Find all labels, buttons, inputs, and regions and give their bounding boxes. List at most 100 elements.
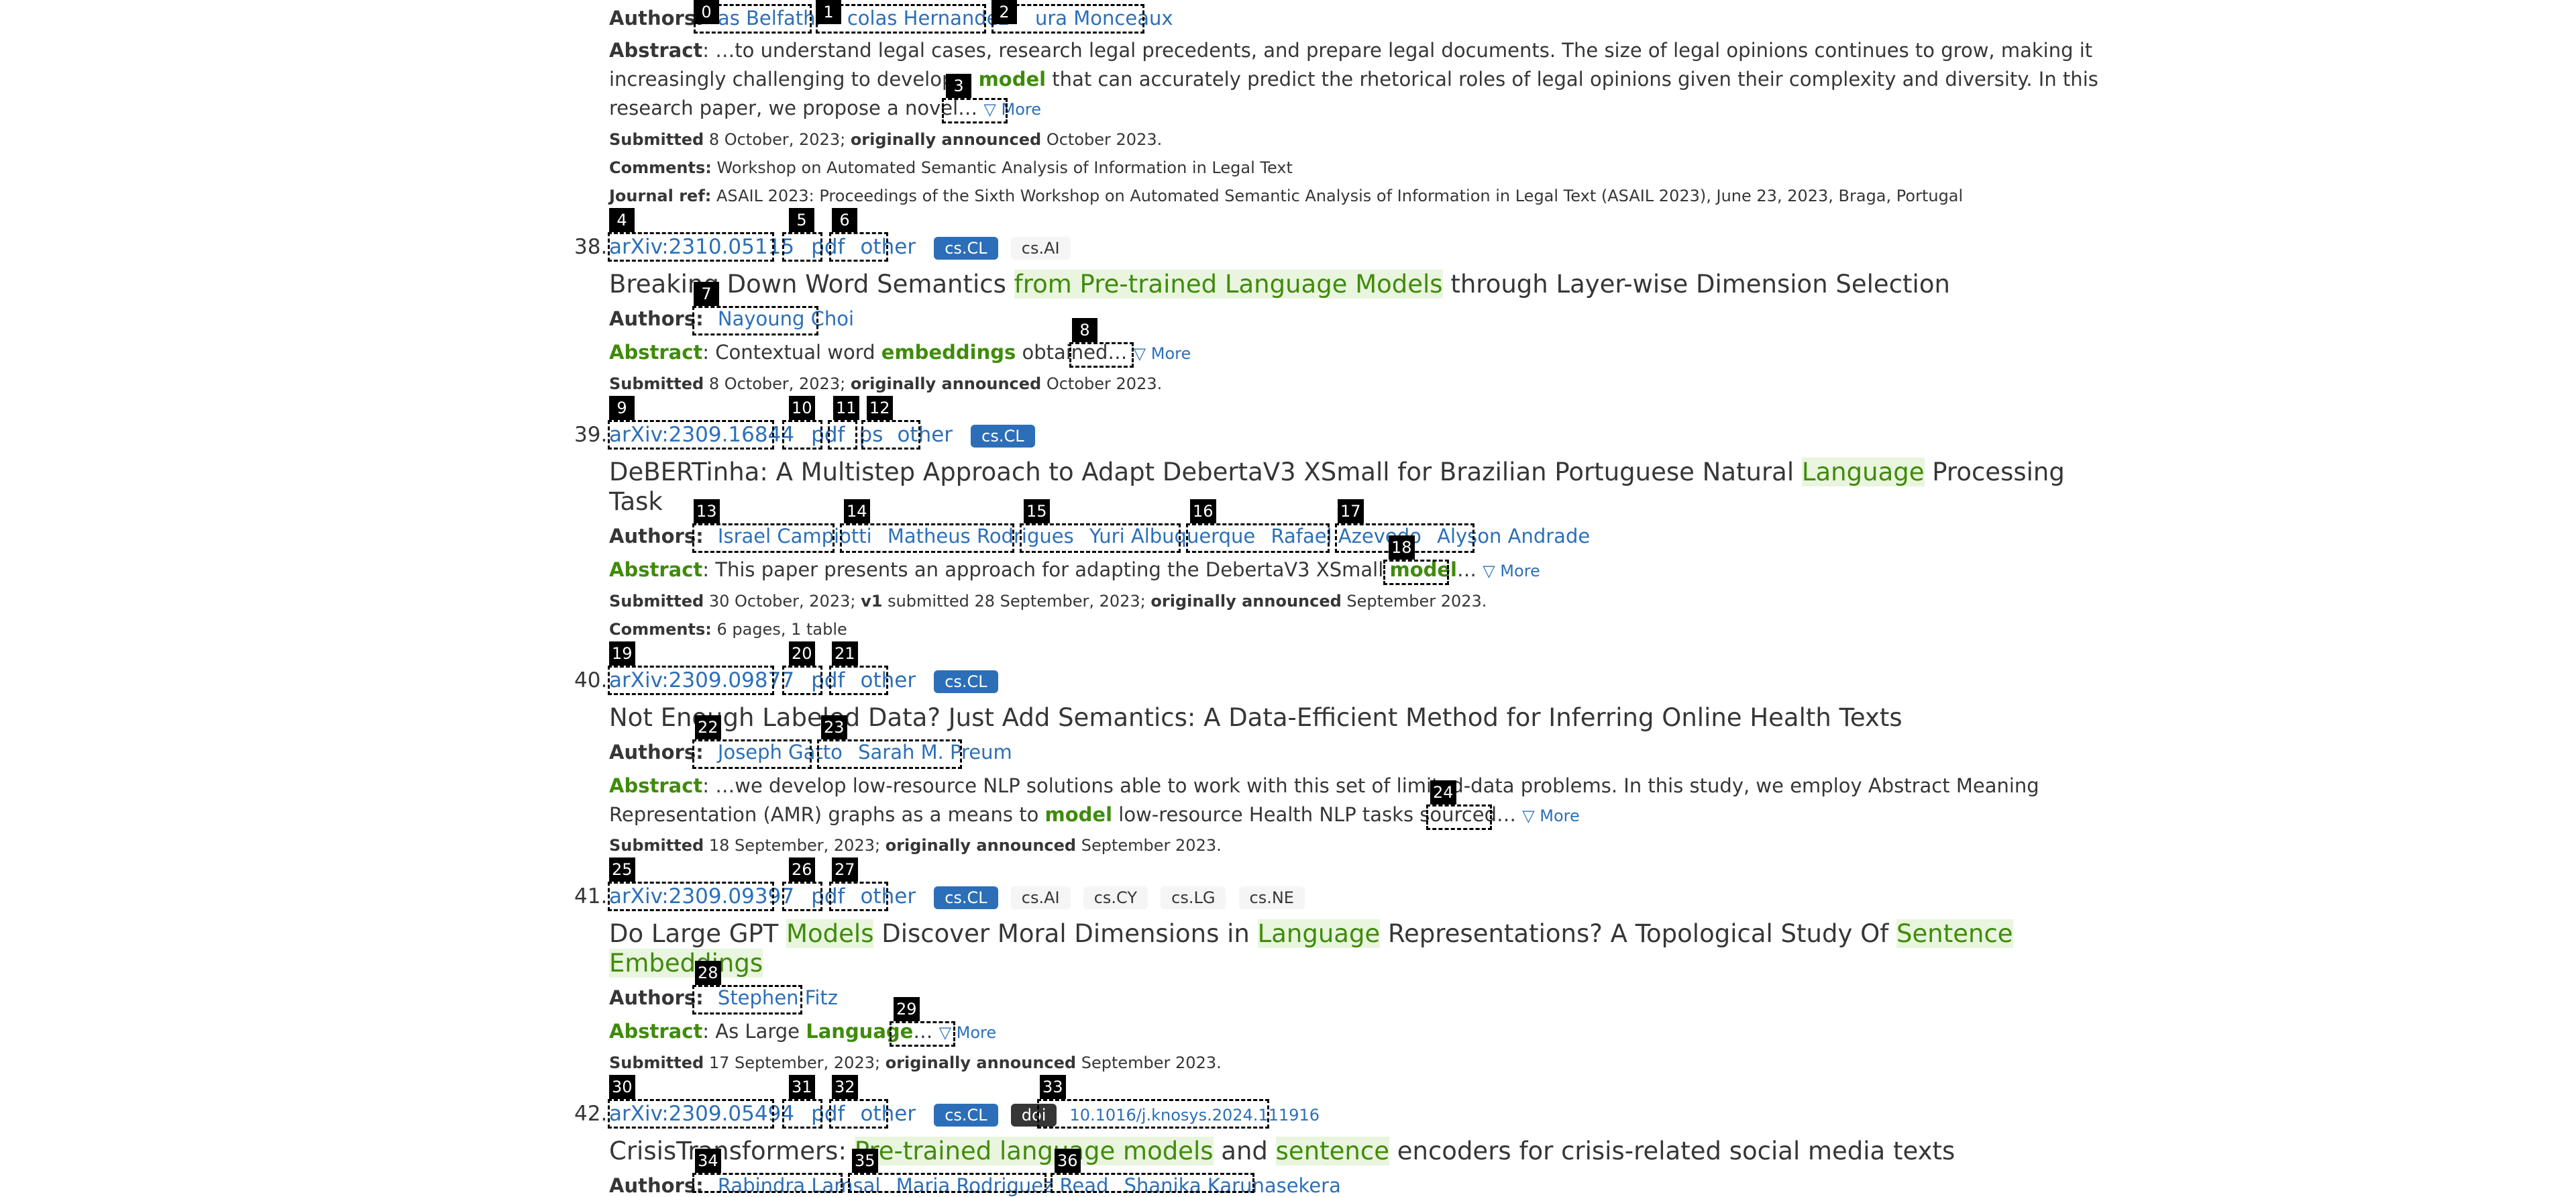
element-highlight-box — [829, 1099, 888, 1129]
element-index-badge: 36 — [1055, 1149, 1081, 1173]
element-highlight-box — [782, 420, 822, 450]
comments-line: Comments: 6 pages, 1 table — [609, 620, 847, 639]
element-highlight-box — [608, 1099, 774, 1129]
element-highlight-box — [848, 1173, 1046, 1193]
element-index-badge: 2 — [991, 0, 1017, 24]
element-index-badge: 1 — [816, 0, 841, 24]
more-link[interactable]: ▽ More — [1483, 562, 1540, 580]
result-title[interactable]: CrisisTransformers: Pre-trained language… — [609, 1137, 1955, 1165]
result-number: 42. — [574, 1102, 608, 1126]
category-tag: cs.CL — [934, 886, 998, 909]
more-link[interactable]: ▽ More — [1522, 806, 1580, 825]
category-tag: cs.CL — [934, 237, 998, 260]
element-highlight-box — [1186, 523, 1330, 553]
element-index-badge: 16 — [1190, 499, 1216, 523]
element-highlight-box — [890, 1021, 955, 1047]
element-highlight-box — [608, 882, 774, 911]
more-link[interactable]: ▽ More — [1134, 344, 1191, 363]
element-highlight-box — [816, 4, 986, 34]
submitted-line: Submitted 17 September, 2023; originally… — [609, 1053, 1222, 1072]
element-index-badge: 14 — [844, 499, 870, 523]
abstract-line: Abstract: …we develop low-resource NLP s… — [609, 774, 2039, 797]
abstract-line: Abstract: …to understand legal cases, re… — [609, 39, 2093, 62]
element-index-badge: 31 — [789, 1075, 815, 1099]
result-title-continued[interactable]: Embeddings — [609, 949, 763, 978]
element-index-badge: 19 — [609, 641, 635, 666]
element-highlight-box — [1383, 560, 1449, 585]
element-index-badge: 30 — [609, 1075, 635, 1099]
element-highlight-box — [692, 306, 818, 335]
result-title-continued[interactable]: Task — [609, 487, 663, 516]
element-index-badge: 29 — [894, 997, 920, 1021]
element-highlight-box — [828, 420, 857, 450]
element-highlight-box — [1020, 523, 1181, 553]
result-title[interactable]: Breaking Down Word Semantics from Pre-tr… — [609, 270, 1950, 299]
submitted-line: Submitted 18 September, 2023; originally… — [609, 836, 1222, 855]
element-index-badge: 9 — [609, 396, 635, 420]
element-highlight-box — [1069, 342, 1134, 368]
element-index-badge: 34 — [695, 1149, 721, 1173]
element-highlight-box — [608, 420, 774, 450]
abstract-line: increasingly challenging to develop a mo… — [609, 68, 2098, 91]
result-title[interactable]: DeBERTinha: A Multistep Approach to Adap… — [609, 458, 2065, 486]
element-index-badge: 21 — [832, 641, 858, 666]
category-tag: cs.AI — [1010, 237, 1071, 260]
element-highlight-box — [782, 1099, 822, 1129]
element-index-badge: 35 — [852, 1149, 878, 1173]
element-highlight-box — [829, 232, 888, 262]
element-index-badge: 25 — [609, 857, 635, 882]
result-number: 41. — [574, 884, 608, 908]
submitted-line: Submitted 8 October, 2023; originally an… — [609, 374, 1163, 393]
element-highlight-box — [692, 985, 802, 1014]
element-highlight-box — [1037, 1099, 1269, 1129]
element-index-badge: 17 — [1338, 499, 1364, 523]
element-index-badge: 32 — [832, 1075, 858, 1099]
category-tag: cs.LG — [1161, 886, 1226, 909]
element-highlight-box — [861, 420, 920, 450]
element-index-badge: 8 — [1072, 318, 1097, 342]
element-index-badge: 11 — [833, 396, 859, 420]
element-highlight-box — [692, 523, 835, 553]
element-index-badge: 15 — [1024, 499, 1050, 523]
element-highlight-box — [829, 882, 888, 911]
journal-ref-line: Journal ref: ASAIL 2023: Proceedings of … — [609, 187, 1964, 205]
result-number: 39. — [574, 423, 608, 447]
element-index-badge: 24 — [1430, 780, 1456, 804]
submitted-line: Submitted 30 October, 2023; v1 submitted… — [609, 592, 1487, 611]
element-index-badge: 3 — [946, 74, 971, 98]
category-tag: cs.CY — [1083, 886, 1148, 909]
element-index-badge: 5 — [789, 208, 814, 232]
category-tag: cs.AI — [1010, 886, 1071, 909]
result-number: 40. — [574, 668, 608, 692]
element-highlight-box — [942, 98, 1008, 123]
result-number: 38. — [574, 235, 608, 259]
element-highlight-box — [782, 882, 822, 911]
element-highlight-box — [608, 666, 774, 695]
element-highlight-box — [817, 739, 962, 769]
submitted-line: Submitted 8 October, 2023; originally an… — [609, 130, 1163, 149]
element-highlight-box — [692, 1173, 843, 1193]
element-highlight-box — [782, 666, 822, 695]
element-index-badge: 4 — [609, 208, 635, 232]
element-index-badge: 6 — [832, 208, 857, 232]
element-highlight-box — [1426, 804, 1492, 830]
element-highlight-box — [692, 739, 812, 769]
category-tag: cs.NE — [1238, 886, 1305, 909]
element-index-badge: 27 — [832, 857, 858, 882]
element-index-badge: 22 — [695, 715, 721, 739]
element-index-badge: 23 — [821, 715, 847, 739]
category-tag: cs.CL — [934, 1104, 998, 1127]
search-results-page: Authors: as Belfathi colas Hernandez ura… — [0, 0, 2576, 1197]
element-index-badge: 10 — [789, 396, 815, 420]
comments-line: Comments: Workshop on Automated Semantic… — [609, 158, 1293, 177]
element-highlight-box — [1051, 1173, 1254, 1193]
element-highlight-box — [840, 523, 1014, 553]
result-title[interactable]: Do Large GPT Models Discover Moral Dimen… — [609, 919, 2013, 948]
result-title[interactable]: Not Enough Labeled Data? Just Add Semant… — [609, 703, 1902, 732]
element-index-badge: 13 — [694, 499, 720, 523]
element-index-badge: 18 — [1389, 535, 1415, 560]
element-highlight-box — [782, 232, 822, 262]
element-index-badge: 0 — [694, 0, 719, 24]
category-tag: cs.CL — [934, 670, 998, 693]
element-index-badge: 12 — [867, 396, 893, 420]
